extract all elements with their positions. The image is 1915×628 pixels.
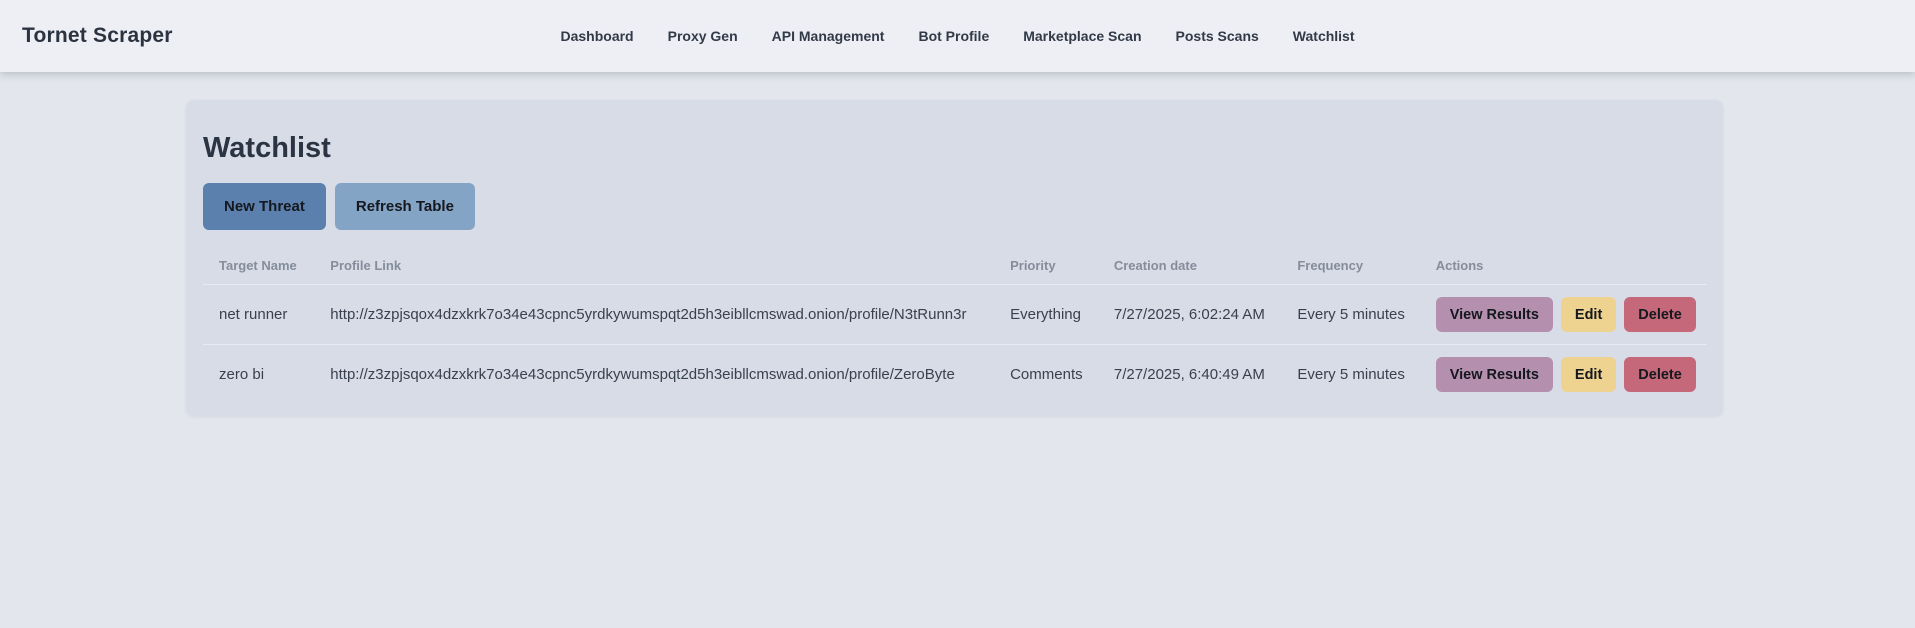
watchlist-table: Target Name Profile Link Priority Creati… — [203, 230, 1707, 404]
main-nav: Dashboard Proxy Gen API Management Bot P… — [560, 28, 1354, 44]
cell-profile-link: http://z3zpjsqox4dzxkrk7o34e43cpnc5yrdky… — [330, 306, 967, 323]
cell-creation-date: 7/27/2025, 6:02:24 AM — [1113, 306, 1265, 323]
watchlist-card: Watchlist New Threat Refresh Table Targe… — [186, 100, 1723, 416]
column-header-profile-link: Profile Link — [330, 258, 402, 273]
app-title: Tornet Scraper — [22, 24, 173, 47]
table-row: net runner http://z3zpjsqox4dzxkrk7o34e4… — [203, 284, 1707, 345]
table-row: zero bi http://z3zpjsqox4dzxkrk7o34e43cp… — [203, 344, 1707, 405]
nav-item-marketplace-scan[interactable]: Marketplace Scan — [1023, 28, 1141, 44]
column-header-frequency: Frequency — [1297, 258, 1364, 273]
cell-profile-link: http://z3zpjsqox4dzxkrk7o34e43cpnc5yrdky… — [330, 366, 955, 383]
cell-priority: Comments — [1010, 366, 1083, 383]
delete-button[interactable]: Delete — [1624, 357, 1696, 392]
nav-item-bot-profile[interactable]: Bot Profile — [918, 28, 989, 44]
page-title: Watchlist — [203, 132, 331, 164]
column-header-priority: Priority — [1010, 258, 1056, 273]
cell-frequency: Every 5 minutes — [1297, 306, 1405, 323]
view-results-button[interactable]: View Results — [1435, 357, 1553, 392]
nav-item-posts-scans[interactable]: Posts Scans — [1176, 28, 1259, 44]
nav-item-watchlist[interactable]: Watchlist — [1293, 28, 1355, 44]
nav-item-dashboard[interactable]: Dashboard — [560, 28, 633, 44]
edit-button[interactable]: Edit — [1560, 297, 1617, 332]
cell-target-name: net runner — [219, 306, 288, 323]
app-header: Tornet Scraper Dashboard Proxy Gen API M… — [0, 0, 1915, 72]
nav-item-api-management[interactable]: API Management — [772, 28, 885, 44]
view-results-button[interactable]: View Results — [1435, 297, 1553, 332]
refresh-table-button[interactable]: Refresh Table — [334, 183, 475, 230]
column-header-actions: Actions — [1435, 258, 1484, 273]
nav-item-proxy-gen[interactable]: Proxy Gen — [668, 28, 738, 44]
column-header-creation-date: Creation date — [1113, 258, 1197, 273]
toolbar: New Threat Refresh Table — [203, 183, 1707, 230]
cell-frequency: Every 5 minutes — [1297, 366, 1405, 383]
cell-actions: View Results Edit Delete — [1420, 345, 1707, 405]
column-header-target-name: Target Name — [219, 258, 297, 273]
cell-creation-date: 7/27/2025, 6:40:49 AM — [1113, 366, 1265, 383]
table-header-row: Target Name Profile Link Priority Creati… — [203, 230, 1707, 285]
cell-actions: View Results Edit Delete — [1420, 285, 1707, 345]
edit-button[interactable]: Edit — [1560, 357, 1617, 392]
cell-priority: Everything — [1010, 306, 1081, 323]
cell-target-name: zero bi — [219, 366, 265, 383]
delete-button[interactable]: Delete — [1624, 297, 1696, 332]
new-threat-button[interactable]: New Threat — [203, 183, 326, 230]
